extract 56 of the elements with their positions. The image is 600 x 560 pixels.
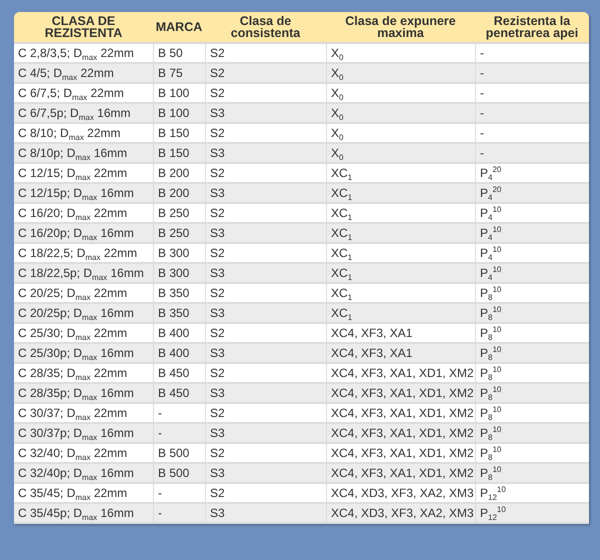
column-header: CLASA DE REZISTENTA xyxy=(14,12,153,44)
table-cell: C 6/7,5p; D$_{max}$ 16mm xyxy=(14,104,153,124)
table-cell: S3 xyxy=(205,224,326,244)
table-cell: C 8/10p; D$_{max}$ 16mm xyxy=(14,144,153,164)
table-cell: XC$_{1}$ xyxy=(326,184,475,204)
column-header: Clasa de consistenta xyxy=(205,12,326,44)
table-cell: C 32/40p; D$_{max}$ 16mm xyxy=(14,464,153,484)
table-cell: C 28/35p; D$_{max}$ 16mm xyxy=(14,384,153,404)
table-cell: C 25/30p; D$_{max}$ 16mm xyxy=(14,344,153,364)
table-cell: C 18/22,5p; D$_{max}$ 16mm xyxy=(14,264,153,284)
table-cell: S3 xyxy=(205,104,326,124)
table-cell: C 16/20p; D$_{max}$ 16mm xyxy=(14,224,153,244)
table-cell: B 500 xyxy=(153,464,205,484)
table-cell: - xyxy=(153,504,205,524)
table-cell: S3 xyxy=(205,304,326,324)
column-header: Rezistenta la penetrarea apei xyxy=(475,12,589,44)
table-cell: B 75 xyxy=(153,64,205,84)
table-cell: S3 xyxy=(205,464,326,484)
column-header: Clasa de expunere maxima xyxy=(326,12,475,44)
table-cell: S3 xyxy=(205,144,326,164)
table-cell: B 150 xyxy=(153,144,205,164)
table-cell: - xyxy=(153,424,205,444)
table-cell: X$_{0}$ xyxy=(326,144,475,164)
table-cell: C 35/45p; D$_{max}$ 16mm xyxy=(14,504,153,524)
table-cell: XC$_{1}$ xyxy=(326,224,475,244)
table-cell: B 300 xyxy=(153,264,205,284)
table-cell: S3 xyxy=(205,264,326,284)
table-cell: - xyxy=(475,144,589,164)
table-cell: XC4, XF3, XA1, XD1, XM2 xyxy=(326,424,475,444)
table-cell: C 4/5; D$_{max}$ 22mm xyxy=(14,64,153,84)
table-cell: C 12/15p; D$_{max}$ 16mm xyxy=(14,184,153,204)
table-cell: B 200 xyxy=(153,184,205,204)
table-cell: B 350 xyxy=(153,304,205,324)
table-cell: B 100 xyxy=(153,104,205,124)
table-cell: X$_{0}$ xyxy=(326,64,475,84)
column-header: MARCA xyxy=(153,12,205,44)
table-cell: XC$_{1}$ xyxy=(326,304,475,324)
table-cell: S3 xyxy=(205,184,326,204)
table-cell: - xyxy=(475,104,589,124)
table-cell: B 250 xyxy=(153,224,205,244)
table-cell: XC$_{1}$ xyxy=(326,264,475,284)
table-cell: XC4, XF3, XA1 xyxy=(326,344,475,364)
table-cell: XC4, XD3, XF3, XA2, XM3 xyxy=(326,504,475,524)
table-cell: C 20/25p; D$_{max}$ 16mm xyxy=(14,304,153,324)
table-cell: S3 xyxy=(205,384,326,404)
table-cell: - xyxy=(475,64,589,84)
table-cell: S3 xyxy=(205,424,326,444)
table-cell: S3 xyxy=(205,344,326,364)
table-cell: XC4, XF3, XA1, XD1, XM2 xyxy=(326,384,475,404)
table-cell: S2 xyxy=(205,64,326,84)
table-cell: B 400 xyxy=(153,344,205,364)
table-cell: C 30/37p; D$_{max}$ 16mm xyxy=(14,424,153,444)
table-cell: X$_{0}$ xyxy=(326,104,475,124)
table-cell: S3 xyxy=(205,504,326,524)
table-cell: XC4, XF3, XA1, XD1, XM2 xyxy=(326,464,475,484)
table-cell: B 450 xyxy=(153,384,205,404)
